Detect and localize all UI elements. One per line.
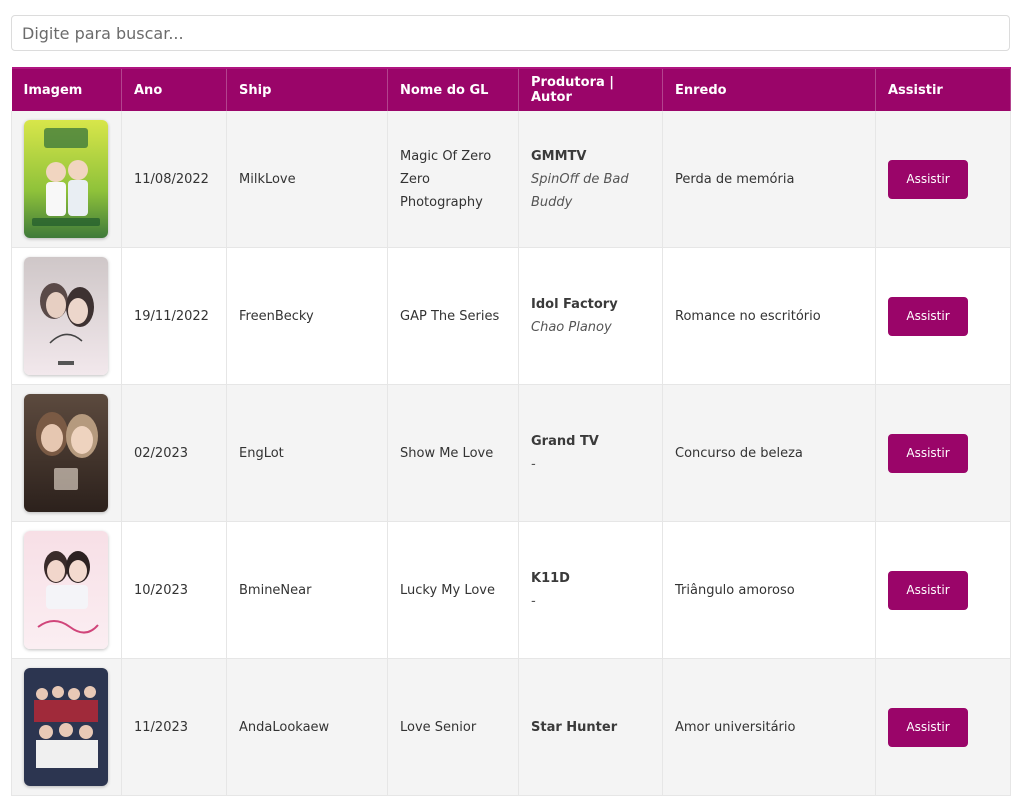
table-row: 11/08/2022 MilkLove Magic Of Zero Zero P… (11, 111, 1011, 248)
image-cell (11, 384, 122, 522)
ship-cell: MilkLove (226, 111, 388, 248)
enredo-cell: Romance no escritório (662, 247, 876, 385)
table-row: 02/2023 EngLot Show Me Love Grand TV - C… (11, 384, 1011, 522)
ship-cell: BmineNear (226, 521, 388, 659)
header-ano[interactable]: Ano (121, 67, 227, 111)
ano-cell: 19/11/2022 (121, 247, 227, 385)
gl-name-cell: Show Me Love (387, 384, 519, 522)
autor-name: - (531, 457, 536, 472)
poster-magic-of-zero[interactable] (24, 120, 108, 238)
header-nome-do-gl[interactable]: Nome do GL (387, 67, 519, 111)
autor-name: Chao Planoy (531, 320, 612, 335)
produtora-name: K11D (531, 571, 570, 586)
assistir-cell: Assistir (875, 111, 1011, 248)
poster-lucky-my-love[interactable] (24, 531, 108, 649)
table-header-row: Imagem Ano Ship Nome do GL Produtora | A… (11, 67, 1011, 111)
gl-name-cell: Lucky My Love (387, 521, 519, 659)
gl-name-cell: Love Senior (387, 658, 519, 796)
produtora-name: Star Hunter (531, 719, 618, 735)
assistir-cell: Assistir (875, 658, 1011, 796)
assistir-button[interactable]: Assistir (888, 433, 968, 473)
produtora-cell: K11D - (518, 521, 663, 659)
assistir-button[interactable]: Assistir (888, 296, 968, 336)
produtora-name: GMMTV (531, 148, 587, 164)
poster-show-me-love[interactable] (24, 394, 108, 512)
enredo-cell: Concurso de beleza (662, 384, 876, 522)
produtora-name: Grand TV (531, 434, 599, 449)
ship-cell: EngLot (226, 384, 388, 522)
ano-cell: 11/08/2022 (121, 111, 227, 248)
assistir-cell: Assistir (875, 384, 1011, 522)
assistir-button[interactable]: Assistir (888, 570, 968, 610)
image-cell (11, 521, 122, 659)
produtora-cell: Star Hunter (518, 658, 663, 796)
produtora-name: Idol Factory (531, 297, 618, 312)
enredo-cell: Perda de memória (662, 111, 876, 248)
image-cell (11, 658, 122, 796)
assistir-button[interactable]: Assistir (888, 707, 968, 747)
search-input[interactable] (11, 15, 1010, 51)
gl-name-cell: GAP The Series (387, 247, 519, 385)
table-row: 19/11/2022 FreenBecky GAP The Series Ido… (11, 247, 1011, 385)
poster-love-senior[interactable] (24, 668, 108, 786)
header-assistir[interactable]: Assistir (875, 67, 1011, 111)
autor-name: - (531, 594, 536, 609)
ano-cell: 11/2023 (121, 658, 227, 796)
image-cell (11, 111, 122, 248)
assistir-button[interactable]: Assistir (888, 159, 968, 199)
produtora-cell: GMMTV SpinOff de Bad Buddy (518, 111, 663, 248)
produtora-cell: Grand TV - (518, 384, 663, 522)
header-enredo[interactable]: Enredo (662, 67, 876, 111)
assistir-cell: Assistir (875, 521, 1011, 659)
header-imagem[interactable]: Imagem (11, 67, 122, 111)
ano-cell: 02/2023 (121, 384, 227, 522)
poster-gap-the-series[interactable] (24, 257, 108, 375)
enredo-cell: Triângulo amoroso (662, 521, 876, 659)
header-ship[interactable]: Ship (226, 67, 388, 111)
header-produtora-autor[interactable]: Produtora | Autor (518, 67, 663, 111)
ship-cell: FreenBecky (226, 247, 388, 385)
image-cell (11, 247, 122, 385)
produtora-cell: Idol Factory Chao Planoy (518, 247, 663, 385)
ano-cell: 10/2023 (121, 521, 227, 659)
gl-name-cell: Magic Of Zero Zero Photography (387, 111, 519, 248)
enredo-cell: Amor universitário (662, 658, 876, 796)
table-row: 10/2023 BmineNear Lucky My Love K11D - T… (11, 521, 1011, 659)
table-row: 11/2023 AndaLookaew Love Senior Star Hun… (11, 658, 1011, 796)
assistir-cell: Assistir (875, 247, 1011, 385)
search-bar (11, 15, 1010, 51)
ship-cell: AndaLookaew (226, 658, 388, 796)
gl-table: Imagem Ano Ship Nome do GL Produtora | A… (11, 67, 1011, 796)
autor-name: SpinOff de Bad Buddy (531, 171, 629, 210)
